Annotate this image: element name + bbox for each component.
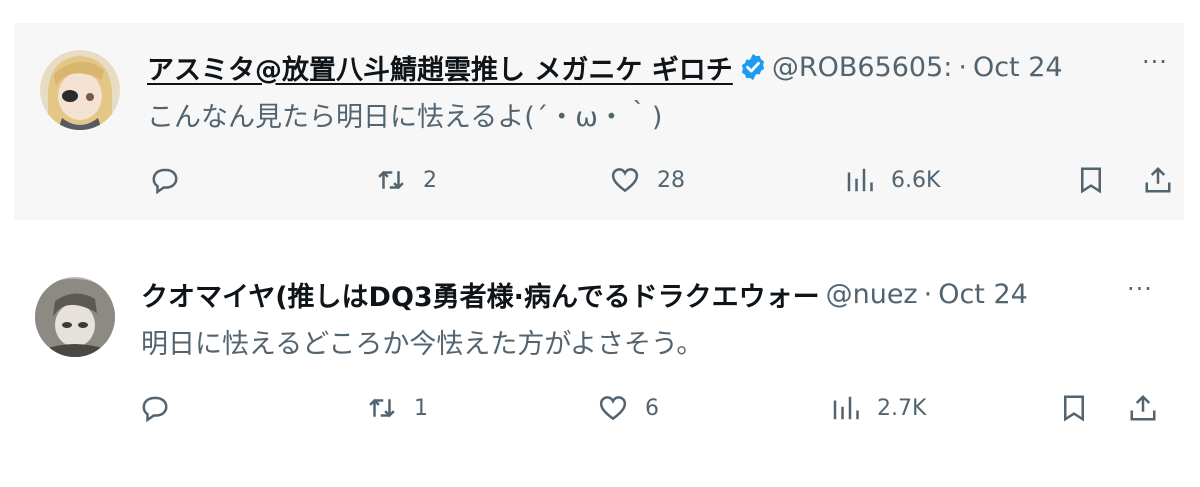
retweet-icon xyxy=(378,170,404,190)
tweet-text: 明日に怯えるどころか今怯えた方がよさそう。 xyxy=(141,329,704,360)
tweet-header: アスミタ@放置八斗鯖趙雲推し メガニケ ギロチ @ROB65605: · Oct… xyxy=(147,48,1063,87)
tweet-date[interactable]: Oct 24 xyxy=(938,279,1028,310)
retweet-icon xyxy=(369,398,395,418)
avatar[interactable] xyxy=(35,277,115,357)
display-name[interactable]: アスミタ@放置八斗鯖趙雲推し メガニケ ギロチ xyxy=(147,48,733,87)
retweet-button[interactable]: 1 xyxy=(367,391,428,425)
like-count: 28 xyxy=(657,167,685,193)
share-icon xyxy=(1130,394,1156,421)
reply-button[interactable] xyxy=(140,391,170,425)
bookmark-icon xyxy=(1081,167,1101,194)
tweet-text: こんなん見たら明日に怯えるよ(´・ω・｀) xyxy=(147,102,663,133)
separator: · xyxy=(923,278,933,310)
action-bar: 2 28 6.6K xyxy=(0,163,1200,197)
verified-badge-icon xyxy=(741,53,764,81)
view-count: 2.7K xyxy=(877,395,927,421)
share-button[interactable] xyxy=(1143,163,1173,197)
reply-button[interactable] xyxy=(150,163,180,197)
tweet[interactable]: アスミタ@放置八斗鯖趙雲推し メガニケ ギロチ @ROB65605: · Oct… xyxy=(0,23,1200,220)
bookmark-button[interactable] xyxy=(1076,163,1106,197)
share-button[interactable] xyxy=(1128,391,1158,425)
views-button[interactable]: 2.7K xyxy=(830,391,926,425)
user-handle[interactable]: @ROB65605: xyxy=(772,52,953,83)
display-name[interactable]: クオマイヤ(推しはDQ3勇者様·病んでるドラクエウォー xyxy=(141,275,820,314)
more-options-icon[interactable]: ··· xyxy=(1142,48,1168,76)
like-count: 6 xyxy=(645,395,659,421)
share-icon xyxy=(1145,166,1171,193)
tweet-date[interactable]: Oct 24 xyxy=(973,52,1063,83)
separator: · xyxy=(958,51,967,83)
reply-icon xyxy=(142,396,168,423)
views-chart-icon xyxy=(847,168,873,192)
action-bar: 1 6 2.7K xyxy=(0,391,1200,425)
bookmark-button[interactable] xyxy=(1059,391,1089,425)
retweet-count: 2 xyxy=(423,167,437,193)
more-options-icon[interactable]: ··· xyxy=(1127,275,1153,303)
view-count: 6.6K xyxy=(891,167,941,193)
user-handle[interactable]: @nuez xyxy=(826,279,918,310)
like-button[interactable]: 6 xyxy=(598,391,659,425)
avatar[interactable] xyxy=(40,50,120,130)
bookmark-icon xyxy=(1064,395,1084,422)
heart-icon xyxy=(599,396,627,421)
reply-icon xyxy=(152,168,178,195)
views-button[interactable]: 6.6K xyxy=(844,163,940,197)
views-chart-icon xyxy=(833,396,859,420)
heart-icon xyxy=(611,168,639,193)
tweet[interactable]: クオマイヤ(推しはDQ3勇者様·病んでるドラクエウォー @nuez · Oct … xyxy=(0,250,1200,450)
retweet-count: 1 xyxy=(414,395,428,421)
tweet-header: クオマイヤ(推しはDQ3勇者様·病んでるドラクエウォー @nuez · Oct … xyxy=(141,275,1028,314)
retweet-button[interactable]: 2 xyxy=(376,163,437,197)
like-button[interactable]: 28 xyxy=(610,163,685,197)
